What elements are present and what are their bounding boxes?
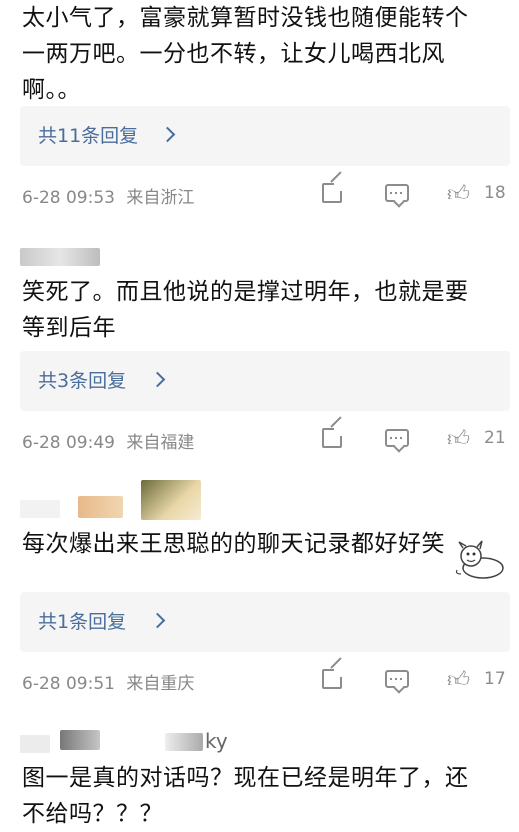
comment-line: 不给吗？？？ <box>22 801 163 827</box>
comment-location: 来自重庆 <box>126 674 195 694</box>
comment-icon[interactable] <box>385 429 409 447</box>
thumbs-up-icon[interactable]: 👍︎ <box>447 425 470 452</box>
comment-meta: 6-28 09:49 来自福建 <box>22 428 194 453</box>
share-icon[interactable] <box>322 657 344 689</box>
comment-location: 来自福建 <box>126 433 195 453</box>
like-count: 18 <box>484 183 506 203</box>
replies-label: 共3条回复 <box>38 370 127 392</box>
comment-4-text: 图一是真的对话吗？现在已经是明年了，还 不给吗？？？ <box>22 760 469 832</box>
replies-button[interactable]: 共11条回复 <box>20 106 510 166</box>
replies-button[interactable]: 共1条回复 <box>20 592 510 652</box>
comment-line: 笑死了。而且他说的是撑过明年，也就是要 <box>22 279 469 305</box>
chevron-right-icon <box>149 371 166 388</box>
share-icon[interactable] <box>322 171 344 203</box>
chevron-right-icon <box>159 126 176 143</box>
comment-icon[interactable] <box>385 670 409 688</box>
comment-location: 来自浙江 <box>126 188 195 208</box>
like-count: 21 <box>484 428 506 448</box>
comment-2-text: 笑死了。而且他说的是撑过明年，也就是要 等到后年 <box>22 274 469 346</box>
comment-date: 6-28 09:53 <box>22 188 115 208</box>
dog-sticker-icon <box>453 540 509 582</box>
comment-line: 一两万吧。一分也不转，让女儿喝西北风 <box>22 41 445 67</box>
comment-date: 6-28 09:49 <box>22 433 115 453</box>
comment-1-text: 太小气了，富豪就算暂时没钱也随便能转个 一两万吧。一分也不转，让女儿喝西北风 啊… <box>22 0 469 108</box>
comment-icon[interactable] <box>385 184 409 202</box>
replies-label: 共11条回复 <box>38 125 139 147</box>
comment-line: 等到后年 <box>22 315 116 341</box>
comment-line: 图一是真的对话吗？现在已经是明年了，还 <box>22 765 469 791</box>
thumbs-up-icon[interactable]: 👍︎ <box>447 666 470 693</box>
share-icon[interactable] <box>322 416 344 448</box>
replies-label: 共1条回复 <box>38 611 127 633</box>
comment-date: 6-28 09:51 <box>22 674 115 694</box>
comment-line: 每次爆出来王思聪的的聊天记录都好好笑 <box>22 531 445 557</box>
comment-3-text: 每次爆出来王思聪的的聊天记录都好好笑 <box>22 526 445 562</box>
username-suffix: ky <box>205 729 228 753</box>
comment-line: 啊。。 <box>22 77 81 103</box>
chevron-right-icon <box>149 612 166 629</box>
replies-button[interactable]: 共3条回复 <box>20 351 510 411</box>
like-count: 17 <box>484 669 506 689</box>
comment-line: 太小气了，富豪就算暂时没钱也随便能转个 <box>22 5 469 31</box>
comment-meta: 6-28 09:53 来自浙江 <box>22 183 194 208</box>
comment-meta: 6-28 09:51 来自重庆 <box>22 669 194 694</box>
thumbs-up-icon[interactable]: 👍︎ <box>447 180 470 207</box>
